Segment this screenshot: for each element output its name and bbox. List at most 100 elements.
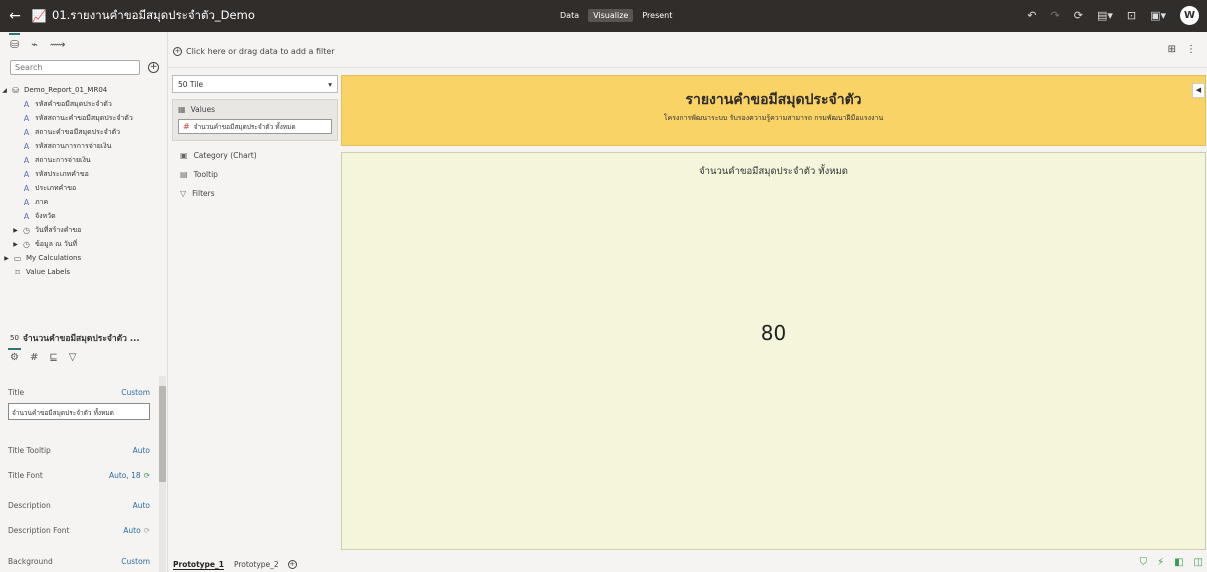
auto-apply-icon[interactable]: ⚡	[1157, 557, 1164, 568]
panel-toggle-icon[interactable]: ◫	[1194, 557, 1203, 568]
tile-value: 80	[760, 321, 787, 345]
caret-right-icon[interactable]: ▶	[2, 255, 11, 262]
refresh-data-icon[interactable]: ⟳	[1074, 9, 1083, 22]
top-bar: ← 📈 01.รายงานคำขอมีสมุดประจำตัว_Demo Dat…	[0, 0, 1207, 32]
clock-icon: ◷	[23, 225, 30, 235]
tab-prototype-1[interactable]: Prototype_1	[168, 560, 229, 569]
visualizations-tab-icon[interactable]: ⌁	[31, 38, 38, 51]
data-tab-icon[interactable]: ⛁	[8, 32, 21, 51]
layout-toggle-icon[interactable]: ◧	[1174, 557, 1183, 568]
title-font-dropdown[interactable]: Auto, 18	[109, 471, 141, 480]
title-font-row: Title Font Auto, 18 ⟳	[8, 471, 150, 480]
date-column-item[interactable]: ▶ ◷ ข้อมูล ณ วันที่	[0, 237, 167, 251]
column-item[interactable]: A รหัสสถานะคำขอมีสมุดประจำตัว	[0, 111, 167, 125]
tab-visualize[interactable]: Visualize	[588, 9, 634, 22]
analytics-tab-icon[interactable]: ⟿	[50, 38, 66, 51]
properties-body: Title Custom จำนวนคำขอมีสมุดประจำตัว ทั้…	[0, 372, 158, 572]
column-item[interactable]: A รหัสประเภทคำขอ	[0, 167, 167, 181]
filter-placeholder[interactable]: Click here or drag data to add a filter	[186, 47, 335, 56]
values-icon: ▦	[178, 105, 186, 114]
clock-icon: ◷	[23, 239, 30, 249]
column-item[interactable]: A ประเภทคำขอ	[0, 181, 167, 195]
attribute-icon: A	[23, 127, 30, 137]
attribute-icon: A	[23, 155, 30, 165]
add-data-icon[interactable]: +	[148, 62, 159, 73]
tile-viz-icon: 50	[10, 334, 19, 342]
tile-visualization[interactable]: จำนวนคำขอมีสมุดประจำตัว ทั้งหมด 80	[341, 152, 1206, 550]
background-dropdown[interactable]: Custom	[121, 557, 150, 566]
category-drop-target[interactable]: ▣ Category (Chart)	[172, 151, 338, 160]
preview-menu-icon[interactable]: ▤▾	[1097, 9, 1113, 22]
export-icon[interactable]: ⊡	[1127, 9, 1136, 22]
header-visualization[interactable]: รายงานคำขอมีสมุดประจำตัว โครงการพัฒนาระบ…	[341, 75, 1206, 146]
redo-icon[interactable]: ↷	[1051, 9, 1060, 22]
reset-icon[interactable]: ⟳	[144, 526, 150, 535]
data-tree: ◢ ⛁ Demo_Report_01_MR04 A รหัสคำขอมีสมุด…	[0, 83, 167, 279]
viz-type-select[interactable]: 50 Tile ▾	[172, 75, 338, 93]
filter-funnel-icon[interactable]: ⛉	[1140, 557, 1148, 568]
properties-title: จำนวนคำขอมีสมุดประจำตัว ...	[22, 334, 140, 344]
filter-icon[interactable]: ▽	[69, 352, 77, 363]
properties-header: 50 จำนวนคำขอมีสมุดประจำตัว ...	[0, 330, 168, 346]
title-field[interactable]: จำนวนคำขอมีสมุดประจำตัว ทั้งหมด	[8, 403, 150, 420]
caret-right-icon[interactable]: ▶	[11, 227, 20, 234]
value-pill[interactable]: # จำนวนคำขอมีสมุดประจำตัว ทั้งหมด	[178, 119, 332, 134]
tooltip-drop-target[interactable]: ▤ Tooltip	[172, 170, 338, 179]
tab-data[interactable]: Data	[555, 9, 584, 22]
description-dropdown[interactable]: Auto	[133, 501, 150, 510]
title-row: Title Custom	[8, 388, 150, 397]
column-item[interactable]: A จังหวัด	[0, 209, 167, 223]
collapse-panel-icon[interactable]: ◀	[1192, 83, 1205, 98]
title-tooltip-row: Title Tooltip Auto	[8, 446, 150, 455]
filter-bar[interactable]: + Click here or drag data to add a filte…	[170, 40, 1200, 62]
report-subtitle: โครงการพัฒนาระบบ รับรองความรู้ความสามารถ…	[663, 114, 884, 122]
description-font-row: Description Font Auto ⟳	[8, 526, 150, 535]
filter-icon: ▽	[180, 189, 187, 198]
title-tooltip-dropdown[interactable]: Auto	[133, 446, 150, 455]
dataset-item[interactable]: ◢ ⛁ Demo_Report_01_MR04	[0, 83, 167, 97]
column-item[interactable]: A สถานะการจ่ายเงิน	[0, 153, 167, 167]
save-menu-icon[interactable]: ▣▾	[1150, 9, 1166, 22]
description-row: Description Auto	[8, 501, 150, 510]
top-right-toolbar: ↶ ↷ ⟳ ▤▾ ⊡ ▣▾ W	[1027, 6, 1199, 25]
column-item[interactable]: A สถานะคำขอมีสมุดประจำตัว	[0, 125, 167, 139]
analytics-icon[interactable]: ⊑	[49, 352, 57, 363]
project-title[interactable]: 01.รายงานคำขอมีสมุดประจำตัว_Demo	[52, 7, 255, 25]
database-icon: ⛁	[12, 85, 19, 95]
reset-icon[interactable]: ⟳	[144, 471, 150, 480]
chevron-down-icon: ▾	[328, 79, 332, 89]
properties-tabs: ⚙ # ⊑ ▽	[8, 348, 77, 363]
column-item[interactable]: A รหัสคำขอมีสมุดประจำตัว	[0, 97, 167, 111]
add-filter-icon[interactable]: +	[173, 46, 182, 56]
user-avatar[interactable]: W	[1180, 6, 1199, 25]
description-font-dropdown[interactable]: Auto	[123, 526, 140, 535]
divider	[168, 67, 1207, 68]
report-title: รายงานคำขอมีสมุดประจำตัว	[685, 92, 862, 108]
caret-down-icon[interactable]: ◢	[0, 87, 9, 94]
filters-drop-target[interactable]: ▽ Filters	[172, 189, 338, 198]
project-icon: 📈	[31, 9, 47, 23]
caret-right-icon[interactable]: ▶	[11, 241, 20, 248]
search-input[interactable]	[10, 60, 141, 75]
grid-layout-icon[interactable]: ⊞	[1168, 44, 1176, 55]
properties-scrollbar[interactable]	[159, 376, 166, 572]
tab-present[interactable]: Present	[637, 9, 677, 22]
more-options-icon[interactable]: ⋮	[1186, 44, 1196, 55]
tab-prototype-2[interactable]: Prototype_2	[229, 560, 284, 569]
attribute-icon: A	[23, 183, 30, 193]
title-mode-dropdown[interactable]: Custom	[121, 388, 150, 397]
scrollbar-thumb[interactable]	[159, 386, 166, 482]
tooltip-icon: ▤	[180, 170, 188, 179]
values-drop-target[interactable]: ▦ Values # จำนวนคำขอมีสมุดประจำตัว ทั้งหม…	[172, 99, 338, 141]
number-format-icon[interactable]: #	[30, 352, 38, 363]
date-column-item[interactable]: ▶ ◷ วันที่สร้างคำขอ	[0, 223, 167, 237]
column-item[interactable]: A ภาค	[0, 195, 167, 209]
column-item[interactable]: A รหัสสถานการการจ่ายเงิน	[0, 139, 167, 153]
value-labels-item[interactable]: ⌑ Value Labels	[0, 265, 167, 279]
canvas-tabs-bar: Prototype_1 Prototype_2 + ⛉ ⚡ ◧ ◫	[168, 557, 1207, 572]
undo-icon[interactable]: ↶	[1027, 9, 1036, 22]
general-settings-icon[interactable]: ⚙	[8, 348, 21, 363]
my-calculations-folder[interactable]: ▶ ▭ My Calculations	[0, 251, 167, 265]
arrow-left-icon[interactable]: ←	[4, 8, 26, 24]
add-canvas-icon[interactable]: +	[287, 560, 297, 569]
